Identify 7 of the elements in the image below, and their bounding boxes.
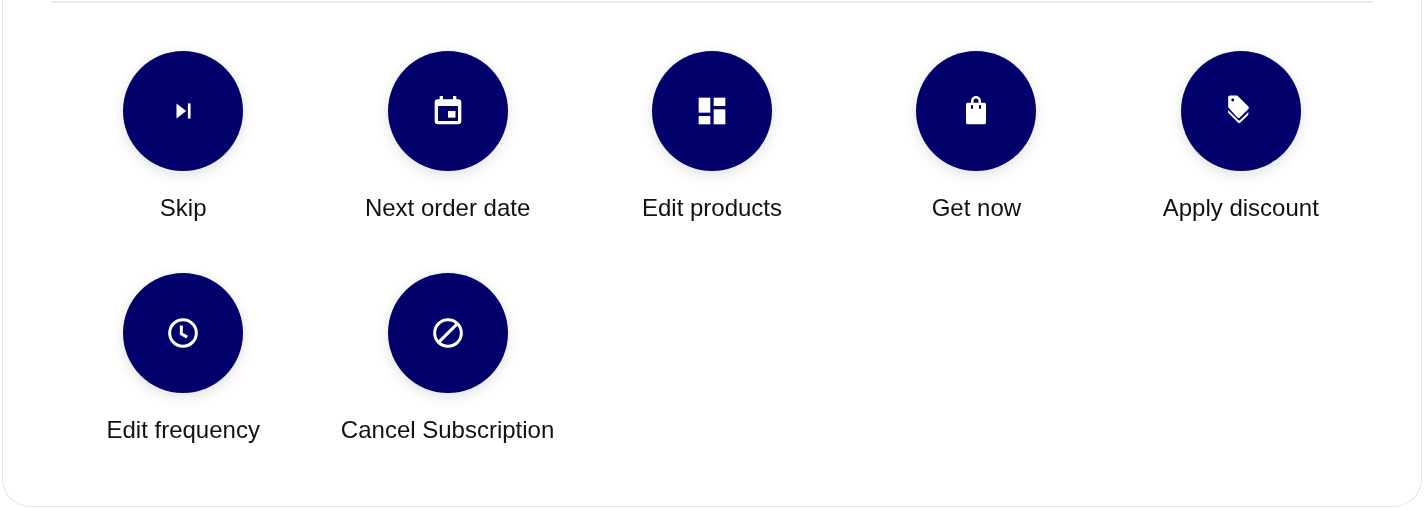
action-label[interactable]: Skip (159, 193, 207, 223)
action-label[interactable]: Apply discount (1162, 193, 1319, 223)
action-label[interactable]: Next order date (364, 193, 531, 223)
action-label[interactable]: Edit frequency (106, 415, 260, 445)
action-label[interactable]: Get now (931, 193, 1022, 223)
action-label[interactable]: Cancel Subscription (340, 415, 555, 445)
action-label[interactable]: Edit products (641, 193, 783, 223)
